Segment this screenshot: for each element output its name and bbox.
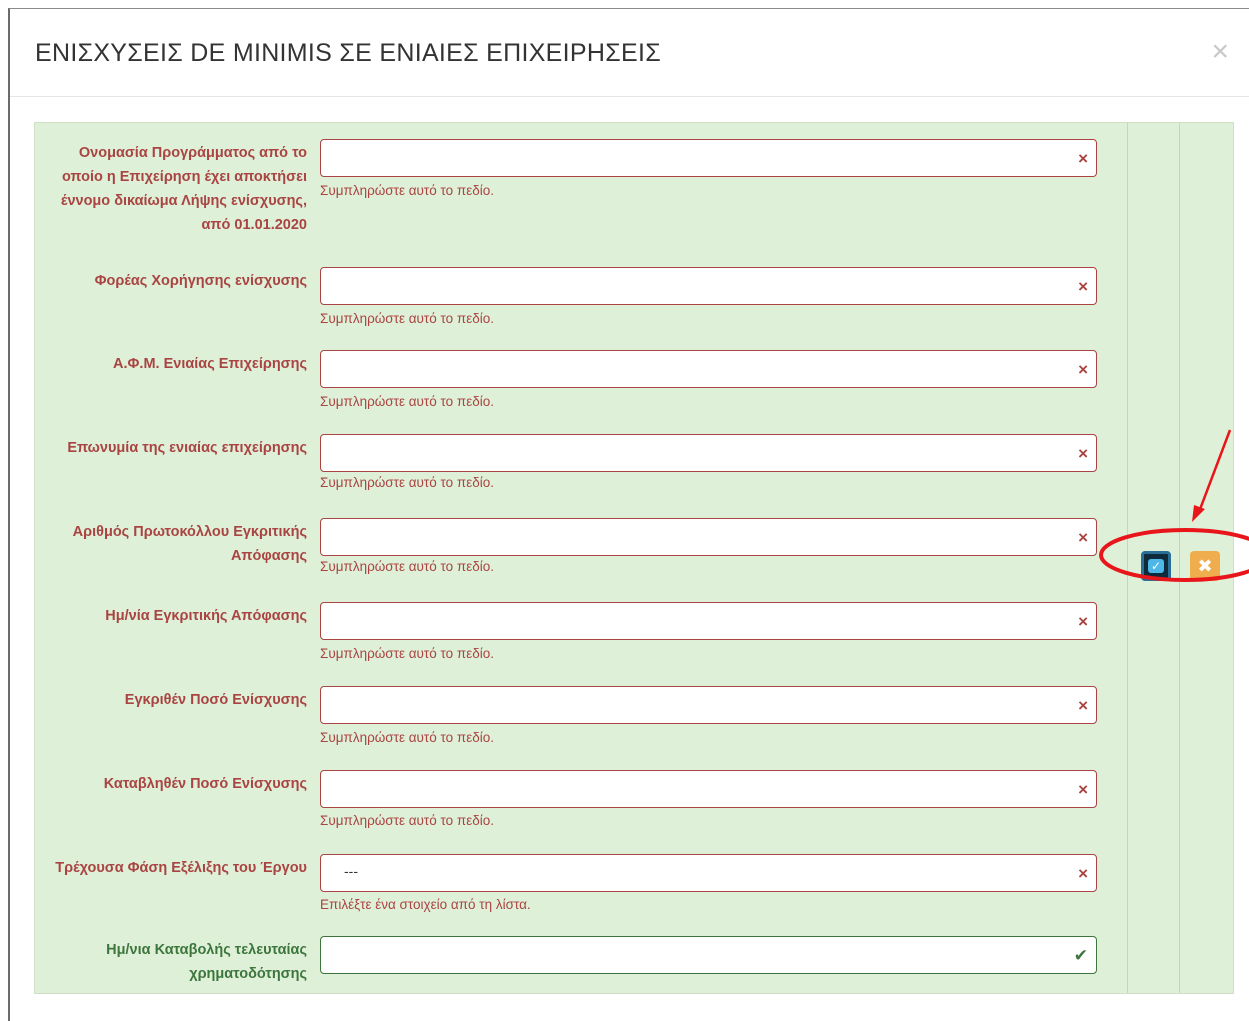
decision-date-input[interactable]: × [320,602,1097,640]
help-text: Επιλέξτε ένα στοιχείο από τη λίστα. [320,897,531,912]
field-label-program-name: Ονομασία Προγράμματος από το οποίο η Επι… [60,145,307,233]
column-divider [1127,123,1128,993]
column-divider [1179,123,1180,993]
form-panel: Ονομασία Προγράμματος από το οποίο η Επι… [34,122,1234,994]
modal-header: ΕΝΙΣΧΥΣΕΙΣ DE MINIMIS ΣΕ ΕΝΙΑΙΕΣ ΕΠΙΧΕΙΡ… [10,9,1249,97]
error-x-icon: × [1078,444,1088,463]
field-label-protocol-number: Αριθμός Πρωτοκόλλου Εγκριτικής Απόφασης [72,524,307,564]
program-name-input[interactable]: × [320,139,1097,177]
field-label-approved-amount: Εγκριθέν Ποσό Ενίσχυσης [124,692,307,708]
field-label-project-phase: Τρέχουσα Φάση Εξέλιξης του Έργου [55,860,307,876]
vat-number-input[interactable]: × [320,350,1097,388]
edit-row-button[interactable]: ✓ [1141,551,1171,581]
field-label-vat-number: Α.Φ.Μ. Ενιαίας Επιχείρησης [113,356,307,372]
error-x-icon: × [1078,149,1088,168]
error-x-icon: × [1078,780,1088,799]
edit-icon: ✓ [1148,559,1164,573]
paid-amount-input[interactable]: × [320,770,1097,808]
help-text: Συμπληρώστε αυτό το πεδίο. [320,183,495,198]
field-label-paid-amount: Καταβληθέν Ποσό Ενίσχυσης [103,776,307,792]
error-x-icon: × [1078,864,1088,883]
error-x-icon: × [1078,277,1088,296]
field-label-granting-body: Φορέας Χορήγησης ενίσχυσης [94,273,307,289]
close-button[interactable]: × [1211,37,1229,67]
error-x-icon: × [1078,612,1088,631]
project-phase-select[interactable]: --- × [320,854,1097,892]
selected-option: --- [344,863,358,879]
remove-row-button[interactable]: ✖ [1190,551,1220,581]
help-text: Συμπληρώστε αυτό το πεδίο. [320,646,495,661]
field-label-last-payment-date: Ημ/νια Καταβολής τελευταίας χρηματοδότησ… [106,942,307,982]
help-text: Συμπληρώστε αυτό το πεδίο. [320,475,495,490]
modal-dialog: ΕΝΙΣΧΥΣΕΙΣ DE MINIMIS ΣΕ ΕΝΙΑΙΕΣ ΕΠΙΧΕΙΡ… [8,8,1249,1021]
help-text: Συμπληρώστε αυτό το πεδίο. [320,730,495,745]
help-text: Συμπληρώστε αυτό το πεδίο. [320,559,495,574]
granting-body-input[interactable]: × [320,267,1097,305]
protocol-number-input[interactable]: × [320,518,1097,556]
error-x-icon: × [1078,696,1088,715]
modal-title: ΕΝΙΣΧΥΣΕΙΣ DE MINIMIS ΣΕ ΕΝΙΑΙΕΣ ΕΠΙΧΕΙΡ… [35,39,661,67]
help-text: Συμπληρώστε αυτό το πεδίο. [320,311,495,326]
checkmark-icon: ✔ [1073,946,1088,965]
error-x-icon: × [1078,360,1088,379]
field-label-business-name: Επωνυμία της ενιαίας επιχείρησης [67,440,307,456]
field-label-decision-date: Ημ/νία Εγκριτικής Απόφασης [105,608,307,624]
error-x-icon: × [1078,528,1088,547]
approved-amount-input[interactable]: × [320,686,1097,724]
business-name-input[interactable]: × [320,434,1097,472]
last-payment-date-input[interactable]: ✔ [320,936,1097,974]
help-text: Συμπληρώστε αυτό το πεδίο. [320,813,495,828]
help-text: Συμπληρώστε αυτό το πεδίο. [320,394,495,409]
